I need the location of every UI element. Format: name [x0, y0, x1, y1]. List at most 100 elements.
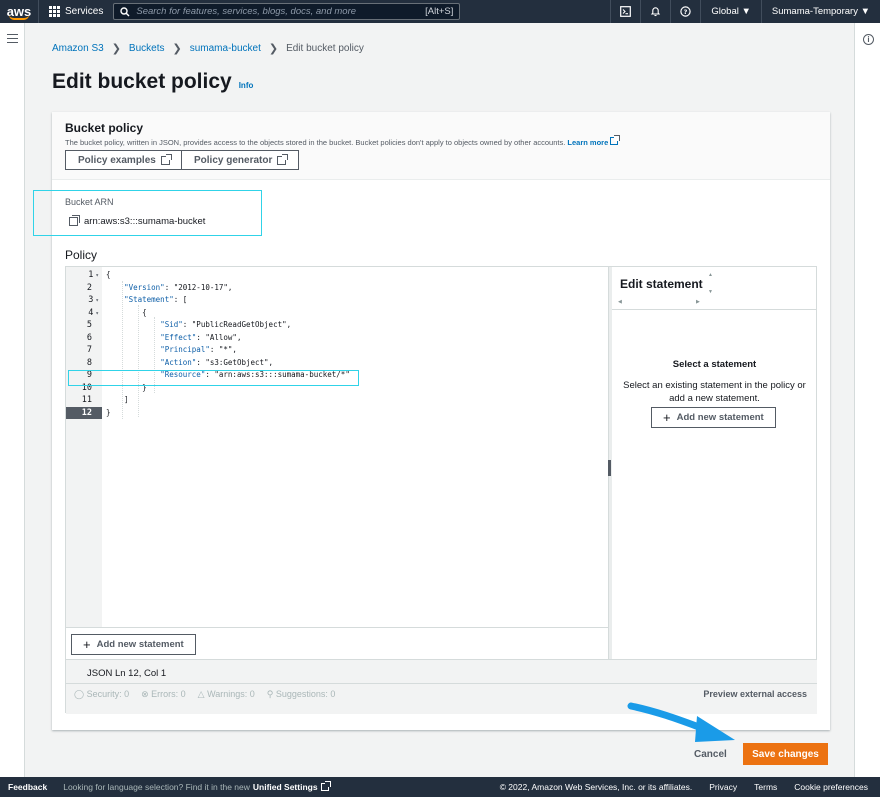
cookie-preferences-link[interactable]: Cookie preferences [794, 782, 868, 792]
code-line[interactable]: "Effect": "Allow", [106, 332, 241, 344]
page-title: Edit bucket policy Info [52, 70, 253, 94]
external-link-icon [277, 153, 289, 165]
right-tools-rail [854, 23, 880, 777]
unified-settings-link[interactable]: Unified Settings [253, 782, 318, 792]
scroll-right-icon[interactable]: ▶ [696, 299, 700, 305]
search-shortcut: [Alt+S] [425, 6, 454, 17]
breadcrumb-amazon-s3[interactable]: Amazon S3 [52, 43, 104, 54]
terminal-icon [620, 6, 632, 17]
annotation-arrow-icon [627, 702, 735, 742]
terms-link[interactable]: Terms [754, 782, 777, 792]
line-number: 4 ▾ [88, 307, 99, 318]
region-selector[interactable]: Global ▼ [700, 0, 761, 23]
search-icon [120, 6, 130, 16]
line-number: 7 [86, 345, 92, 355]
errors-count: ⊗ Errors: 0 [141, 688, 186, 699]
aws-logo[interactable]: aws [0, 0, 38, 23]
scroll-down-icon[interactable]: ▼ [708, 289, 713, 295]
code-line[interactable]: ] [106, 394, 129, 406]
code-line[interactable]: { [106, 269, 111, 281]
bell-icon [651, 7, 661, 17]
line-number: 6 [86, 332, 92, 343]
search-input[interactable]: Search for features, services, blogs, do… [113, 3, 461, 20]
policy-examples-button[interactable]: Policy examples [65, 150, 183, 170]
breadcrumb-bucket[interactable]: sumama-bucket [190, 43, 261, 54]
policy-generator-button[interactable]: Policy generator [181, 150, 300, 170]
chevron-right-icon: ❯ [172, 43, 182, 55]
page-title-text: Edit bucket policy [52, 70, 232, 93]
feedback-link[interactable]: Feedback [0, 782, 55, 792]
copyright-text: © 2022, Amazon Web Services, Inc. or its… [499, 782, 693, 792]
panel-header: Bucket policy The bucket policy, written… [52, 112, 830, 180]
search-placeholder: Search for features, services, blogs, do… [136, 6, 357, 17]
info-link[interactable]: Info [239, 81, 254, 90]
services-label: Services [65, 6, 104, 17]
line-number: 12 [66, 406, 102, 419]
chevron-right-icon: ❯ [111, 43, 121, 55]
code-line[interactable]: { [106, 307, 147, 319]
breadcrumb: Amazon S3 ❯ Buckets ❯ sumama-bucket ❯ Ed… [52, 42, 364, 55]
info-icon[interactable]: i [863, 34, 874, 45]
edit-statement-heading: Edit statement [620, 277, 703, 291]
code-line[interactable]: "Version": "2012-10-17", [106, 282, 232, 294]
cursor-position: JSON Ln 12, Col 1 [87, 668, 167, 679]
notifications-button[interactable] [640, 0, 670, 23]
add-new-statement-pane-button[interactable]: + Add new statement [651, 407, 776, 428]
breadcrumb-buckets[interactable]: Buckets [129, 43, 165, 54]
footer-message: Looking for language selection? Find it … [55, 781, 331, 792]
left-navigation-rail [0, 23, 25, 777]
code-line[interactable]: "Action": "s3:GetObject", [106, 357, 273, 369]
highlight-resource-line-box [68, 370, 359, 386]
line-number: 2 [86, 282, 92, 293]
line-number: 1 ▾ [88, 270, 99, 280]
code-line[interactable]: "Sid": "PublicReadGetObject", [106, 319, 291, 331]
save-changes-button[interactable]: Save changes [743, 743, 828, 765]
line-number: 3 ▾ [88, 295, 99, 305]
line-number: 8 [86, 357, 92, 368]
indent-guide [122, 281, 123, 419]
menu-icon[interactable] [7, 34, 18, 43]
line-number: 5 [86, 320, 92, 330]
add-new-statement-button[interactable]: + Add new statement [71, 634, 196, 655]
edit-statement-header: Edit statement ▲ ▼ ◀ ▶ [612, 267, 817, 310]
line-number: 11 [81, 395, 92, 405]
highlight-arn-box [33, 190, 262, 236]
policy-editor: 1 ▾ {2 "Version": "2012-10-17", 3 ▾ "Stateme… [65, 266, 817, 714]
help-icon: ? [680, 6, 692, 17]
empty-state-title: Select a statement [672, 359, 757, 370]
policy-label: Policy [65, 248, 98, 262]
account-menu[interactable]: Sumama-Temporary ▼ [760, 0, 880, 23]
learn-more-link[interactable]: Learn more [567, 135, 621, 147]
grid-icon [49, 6, 60, 17]
aws-smile-icon [9, 15, 29, 20]
scroll-left-icon[interactable]: ◀ [618, 299, 622, 305]
fold-toggle-icon[interactable]: ▾ [95, 310, 99, 317]
top-navigation: aws Services Search for features, servic… [0, 0, 880, 23]
privacy-link[interactable]: Privacy [709, 782, 737, 792]
scroll-up-icon[interactable]: ▲ [708, 272, 713, 278]
plus-icon: + [83, 637, 91, 652]
code-line[interactable]: "Principal": "*", [106, 344, 237, 356]
preview-external-access-button[interactable]: Preview external access [703, 689, 807, 699]
suggestions-count: ⚲ Suggestions: 0 [266, 688, 336, 699]
external-link-icon [160, 153, 172, 165]
resize-grip-icon[interactable] [608, 460, 611, 476]
editor-bottom-bar: + Add new statement [66, 627, 608, 659]
footer: Feedback Looking for language selection?… [0, 777, 880, 797]
code-line[interactable]: "Statement": [ [106, 294, 187, 306]
indent-guide [138, 305, 139, 417]
external-link-icon [320, 781, 331, 791]
empty-state-description: Select an existing statement in the poli… [623, 380, 806, 404]
fold-toggle-icon[interactable]: ▾ [95, 272, 99, 279]
services-menu-button[interactable]: Services [38, 0, 113, 23]
cloudshell-button[interactable] [610, 0, 640, 23]
breadcrumb-current: Edit bucket policy [286, 43, 364, 54]
panel-heading: Bucket policy [65, 121, 144, 135]
svg-text:?: ? [684, 8, 688, 16]
cancel-button[interactable]: Cancel [694, 749, 727, 760]
external-link-icon [610, 135, 621, 145]
help-button[interactable]: ? [670, 0, 700, 23]
edit-statement-pane: Edit statement ▲ ▼ ◀ ▶ Select a statemen… [612, 267, 817, 714]
fold-toggle-icon[interactable]: ▾ [95, 297, 99, 304]
code-line[interactable]: } [106, 407, 111, 419]
